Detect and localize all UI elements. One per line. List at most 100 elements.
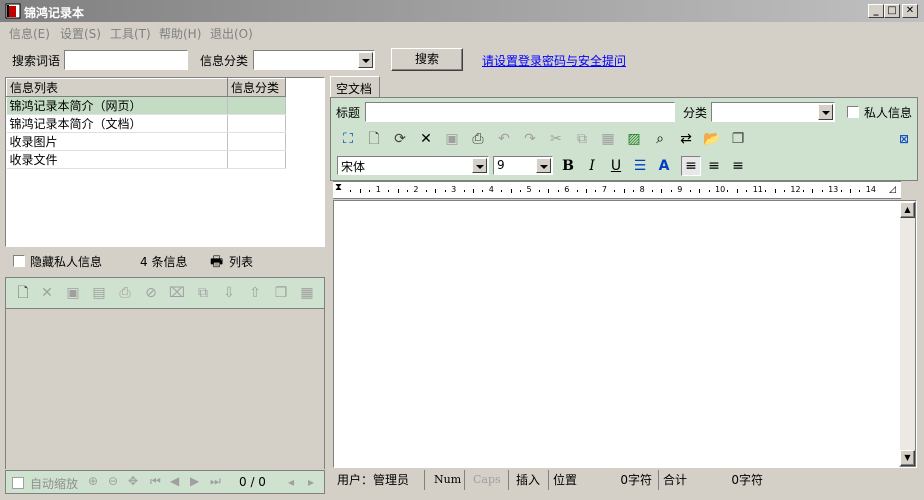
minimize-button[interactable]: _ — [868, 4, 884, 18]
category-select[interactable] — [711, 102, 835, 122]
cancel-icon[interactable]: ⊘ — [142, 284, 160, 302]
find-icon[interactable]: ⌕ — [651, 130, 669, 148]
fullscreen-icon[interactable]: ⛶ — [339, 130, 357, 148]
save-icon[interactable]: ▣ — [443, 130, 461, 148]
delete-icon[interactable]: ✕ — [417, 130, 435, 148]
right-margin-icon[interactable]: ◿ — [889, 185, 896, 195]
close-doc-icon[interactable]: ⊠ — [895, 130, 913, 148]
refresh-doc-icon[interactable]: ⟳ — [391, 130, 409, 148]
scroll-right-icon[interactable]: ▸ — [308, 475, 314, 489]
delete-icon[interactable]: ✕ — [38, 284, 56, 302]
align-left-icon[interactable]: ≡ — [681, 156, 701, 176]
save-icon[interactable]: ▣ — [64, 284, 82, 302]
ruler-minor-tick — [614, 190, 616, 192]
save-as-icon[interactable]: ▤ — [90, 284, 108, 302]
chevron-down-icon[interactable] — [358, 52, 373, 68]
chevron-down-icon[interactable] — [818, 104, 833, 120]
menu-settings[interactable]: 设置(S) — [60, 25, 101, 42]
table-row[interactable]: 收录文件 — [6, 150, 286, 169]
status-caps: Caps — [465, 470, 509, 490]
indent-marker-icon[interactable]: ⧗ — [335, 182, 342, 193]
print-icon[interactable]: ⎙ — [116, 284, 134, 302]
italic-icon[interactable]: I — [583, 157, 601, 175]
scroll-up-icon[interactable]: ▲ — [900, 202, 915, 218]
document-editor[interactable]: ▲ ▼ — [333, 200, 917, 468]
ruler-minor-tick — [821, 190, 823, 192]
search-input[interactable] — [64, 50, 188, 70]
close-button[interactable]: ✕ — [902, 4, 918, 18]
password-setup-link[interactable]: 请设置登录密码与安全提问 — [482, 52, 626, 69]
ruler-label: 7 — [601, 185, 607, 194]
title-input[interactable] — [365, 102, 675, 122]
menu-help[interactable]: 帮助(H) — [159, 25, 201, 42]
ruler-minor-tick — [548, 189, 550, 193]
table-row[interactable]: 锦鸿记录本简介（文档） — [6, 114, 286, 133]
paste-icon[interactable]: ▦ — [298, 284, 316, 302]
image-icon[interactable]: ▨ — [625, 130, 643, 148]
table-row[interactable]: 锦鸿记录本简介（网页） — [6, 96, 286, 115]
next-page-icon[interactable]: ▶ — [190, 474, 199, 488]
ruler-minor-tick — [774, 189, 776, 193]
paste-icon[interactable]: ▦ — [599, 130, 617, 148]
search-button[interactable]: 搜索 — [391, 48, 463, 71]
open-folder-icon[interactable]: 📂 — [703, 130, 721, 148]
menu-tools[interactable]: 工具(T) — [110, 25, 151, 42]
new-icon[interactable]: 🗋 — [14, 284, 32, 302]
ruler-minor-tick — [849, 189, 851, 193]
open-folder-icon[interactable]: ⌧ — [168, 284, 186, 302]
auto-zoom-label: 自动缩放 — [30, 477, 79, 491]
fit-icon[interactable]: ✥ — [128, 474, 138, 488]
ruler-minor-tick — [435, 189, 437, 193]
align-center-icon[interactable]: ≡ — [705, 157, 723, 175]
ruler-minor-tick — [661, 189, 663, 193]
bold-icon[interactable]: B — [559, 157, 577, 175]
duplicate-icon[interactable]: ❐ — [272, 284, 290, 302]
font-size-select[interactable]: 9 — [493, 156, 553, 175]
print-icon[interactable]: ⎙ — [469, 130, 487, 148]
bullet-list-icon[interactable]: ☰ — [631, 157, 649, 175]
last-page-icon[interactable]: ⏭ — [210, 474, 221, 489]
ruler[interactable]: ⧗ 1 2 3 4 5 6 7 8 9 10 11 12 13 14 ◿ — [333, 181, 901, 199]
zoom-in-icon[interactable]: ⊕ — [88, 474, 98, 488]
align-right-icon[interactable]: ≡ — [729, 157, 747, 175]
first-page-icon[interactable]: ⏮ — [150, 474, 161, 489]
column-header-info[interactable]: 信息列表 — [6, 78, 228, 97]
table-row[interactable]: 收录图片 — [6, 132, 286, 151]
prev-page-icon[interactable]: ◀ — [170, 474, 179, 488]
undo-icon[interactable]: ↶ — [495, 130, 513, 148]
hide-private-checkbox[interactable] — [13, 255, 25, 267]
scroll-down-icon[interactable]: ▼ — [900, 450, 915, 466]
column-header-category[interactable]: 信息分类 — [227, 78, 286, 97]
auto-zoom-checkbox[interactable] — [12, 477, 24, 489]
ruler-label: 8 — [639, 185, 645, 194]
ruler-minor-tick — [859, 190, 861, 192]
font-select[interactable]: 宋体 — [337, 156, 489, 175]
tab-empty-doc[interactable]: 空文档 — [330, 76, 380, 98]
new-doc-icon[interactable]: 🗋 — [365, 130, 383, 148]
vertical-scrollbar[interactable]: ▲ ▼ — [899, 201, 916, 467]
private-checkbox[interactable] — [847, 106, 859, 118]
ruler-minor-tick — [501, 190, 503, 192]
replace-icon[interactable]: ⇄ — [677, 130, 695, 148]
cut-icon[interactable]: ✂ — [547, 130, 565, 148]
zoom-out-icon[interactable]: ⊖ — [108, 474, 118, 488]
search-category-select[interactable] — [253, 50, 375, 70]
list-button[interactable]: 列表 — [229, 253, 253, 270]
chevron-down-icon[interactable] — [472, 158, 487, 173]
info-list[interactable]: 信息列表 信息分类 锦鸿记录本简介（网页） 锦鸿记录本简介（文档） 收录图片 收… — [5, 77, 325, 247]
font-color-icon[interactable]: A — [655, 157, 673, 175]
export-icon[interactable]: ⇧ — [246, 284, 264, 302]
info-count: 4 条信息 — [140, 255, 188, 269]
redo-icon[interactable]: ↷ — [521, 130, 539, 148]
maximize-button[interactable]: □ — [884, 4, 900, 18]
printer-icon[interactable]: 🖶 — [210, 251, 223, 275]
export-icon[interactable]: ❐ — [729, 130, 747, 148]
underline-icon[interactable]: U — [607, 157, 625, 175]
chevron-down-icon[interactable] — [536, 158, 551, 173]
import-icon[interactable]: ⇩ — [220, 284, 238, 302]
copy-icon[interactable]: ⧉ — [194, 284, 212, 302]
scroll-left-icon[interactable]: ◂ — [288, 475, 294, 489]
menu-exit[interactable]: 退出(O) — [210, 25, 253, 42]
menu-info[interactable]: 信息(E) — [9, 25, 50, 42]
copy-icon[interactable]: ⧉ — [573, 130, 591, 148]
